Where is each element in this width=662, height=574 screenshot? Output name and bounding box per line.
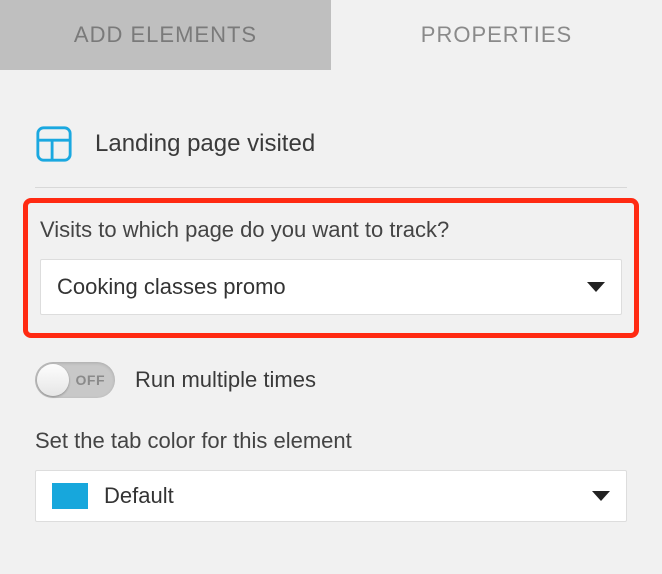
tab-color-swatch	[52, 483, 88, 509]
toggle-knob	[37, 364, 69, 396]
toggle-state-text: OFF	[76, 372, 106, 388]
track-page-dropdown[interactable]: Cooking classes promo	[40, 259, 622, 315]
track-page-selected: Cooking classes promo	[57, 274, 286, 300]
tab-color-dropdown[interactable]: Default	[35, 470, 627, 522]
highlighted-section: Visits to which page do you want to trac…	[23, 198, 639, 338]
tab-color-selected: Default	[104, 483, 174, 509]
run-multiple-row: OFF Run multiple times	[35, 362, 627, 398]
element-title: Landing page visited	[95, 130, 315, 158]
run-multiple-label: Run multiple times	[135, 367, 316, 393]
tab-add-elements[interactable]: ADD ELEMENTS	[0, 0, 331, 70]
element-header: Landing page visited	[35, 125, 627, 188]
properties-panel: Landing page visited Visits to which pag…	[0, 70, 662, 552]
properties-tabs: ADD ELEMENTS PROPERTIES	[0, 0, 662, 70]
tab-color-label: Set the tab color for this element	[35, 428, 627, 454]
tab-properties[interactable]: PROPERTIES	[331, 0, 662, 70]
landing-page-icon	[35, 125, 73, 163]
tab-color-left: Default	[52, 483, 174, 509]
track-page-label: Visits to which page do you want to trac…	[40, 217, 622, 243]
chevron-down-icon	[587, 282, 605, 292]
run-multiple-toggle[interactable]: OFF	[35, 362, 115, 398]
chevron-down-icon	[592, 491, 610, 501]
